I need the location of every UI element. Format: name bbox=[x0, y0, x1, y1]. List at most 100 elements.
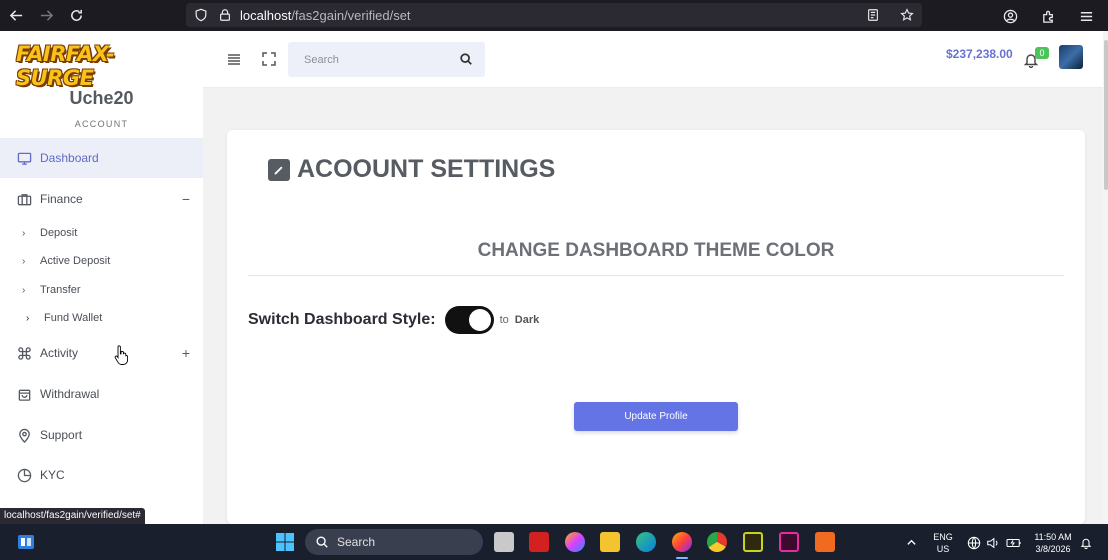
sidebar-subitem-transfer[interactable]: › Transfer bbox=[22, 280, 81, 300]
pie-chart-icon bbox=[16, 467, 32, 483]
account-balance: $237,238.00 bbox=[946, 47, 1013, 61]
edit-icon bbox=[268, 158, 290, 181]
collapse-toggle[interactable]: − bbox=[182, 191, 190, 207]
switch-to-text: to bbox=[499, 314, 509, 326]
bag-icon bbox=[16, 386, 32, 402]
speaker-icon[interactable] bbox=[986, 536, 1000, 550]
system-clock[interactable]: 11:50 AM 3/8/2026 bbox=[1028, 531, 1078, 555]
back-arrow-icon[interactable] bbox=[2, 2, 30, 30]
brand-logo[interactable]: FAIRFAX-SURGE bbox=[16, 42, 182, 90]
search-box bbox=[288, 42, 485, 77]
toggle-knob bbox=[468, 309, 491, 331]
sidebar-item-support[interactable]: Support bbox=[0, 415, 203, 455]
taskbar-search[interactable]: Search bbox=[305, 529, 483, 555]
status-bar-link: localhost/fas2gain/verified/set# bbox=[0, 508, 145, 524]
edge-icon[interactable] bbox=[636, 532, 656, 552]
sidebar-item-withdrawal[interactable]: Withdrawal bbox=[0, 374, 203, 414]
location-pin-icon bbox=[16, 427, 32, 443]
username: Uche20 bbox=[69, 88, 134, 108]
search-icon bbox=[316, 536, 328, 548]
command-icon bbox=[16, 345, 32, 361]
section-title: CHANGE DASHBOARD THEME COLOR bbox=[477, 240, 835, 261]
bookmark-star-icon[interactable] bbox=[898, 6, 916, 24]
lock-icon[interactable] bbox=[216, 6, 234, 24]
sidebar-item-label: Dashboard bbox=[40, 151, 99, 165]
notification-bell-icon[interactable] bbox=[1080, 537, 1092, 549]
reader-view-icon[interactable] bbox=[864, 6, 882, 24]
hand-cursor-icon bbox=[114, 345, 128, 365]
input-language[interactable]: ENG US bbox=[928, 531, 958, 555]
chevron-up-icon[interactable] bbox=[906, 537, 917, 548]
clock-time: 11:50 AM bbox=[1034, 532, 1072, 542]
sidebar-item-label: Withdrawal bbox=[40, 387, 100, 401]
sidebar-item-label: Finance bbox=[40, 192, 83, 206]
clock-date: 3/8/2026 bbox=[1035, 544, 1071, 554]
language-code: ENG bbox=[933, 532, 953, 542]
menu-icon[interactable] bbox=[1072, 2, 1100, 30]
fireworks-icon[interactable] bbox=[743, 532, 763, 552]
chevron-right-icon: › bbox=[26, 312, 30, 324]
widgets-icon[interactable] bbox=[16, 532, 36, 552]
update-profile-button[interactable]: Update Profile bbox=[574, 402, 738, 431]
network-globe-icon[interactable] bbox=[967, 536, 981, 550]
windows-start-icon[interactable] bbox=[275, 532, 295, 552]
account-settings-card: ACOOUNT SETTINGS CHANGE DASHBOARD THEME … bbox=[227, 130, 1085, 524]
notification-count-badge: 0 bbox=[1035, 47, 1049, 59]
sidebar-subitem-label: Deposit bbox=[40, 227, 78, 239]
sidebar: FAIRFAX-SURGE Uche20 ACCOUNT Dashboard F… bbox=[0, 31, 203, 524]
sidebar-subitem-label: Fund Wallet bbox=[44, 312, 103, 324]
dreamweaver-icon[interactable] bbox=[779, 532, 799, 552]
file-explorer-icon[interactable] bbox=[600, 532, 620, 552]
hamburger-menu-icon[interactable] bbox=[225, 50, 243, 68]
chevron-right-icon: › bbox=[22, 284, 26, 296]
forward-arrow-icon[interactable] bbox=[32, 2, 60, 30]
taskbar-search-label: Search bbox=[337, 535, 376, 549]
top-header: $237,238.00 0 bbox=[203, 31, 1108, 88]
address-bar[interactable]: localhost/fas2gain/verified/set bbox=[186, 3, 922, 27]
sidebar-item-dashboard[interactable]: Dashboard bbox=[0, 138, 203, 178]
sidebar-item-activity[interactable]: Activity + bbox=[0, 333, 203, 373]
sidebar-item-label: Activity bbox=[40, 346, 79, 360]
shield-icon[interactable] bbox=[192, 6, 210, 24]
page-title-text: ACOOUNT SETTINGS bbox=[297, 155, 556, 183]
sidebar-subitem-deposit[interactable]: › Deposit bbox=[22, 223, 77, 243]
sidebar-item-finance[interactable]: Finance − bbox=[0, 179, 203, 219]
active-app-indicator bbox=[676, 557, 688, 559]
battery-charging-icon[interactable] bbox=[1006, 536, 1022, 550]
sidebar-item-label: KYC bbox=[40, 468, 65, 482]
scrollbar-thumb[interactable] bbox=[1104, 40, 1108, 190]
browser-toolbar: localhost/fas2gain/verified/set bbox=[0, 0, 1108, 31]
extensions-icon[interactable] bbox=[1034, 2, 1062, 30]
pdf-reader-icon[interactable] bbox=[529, 532, 549, 552]
chevron-right-icon: › bbox=[22, 227, 26, 239]
sidebar-item-label: Support bbox=[40, 428, 83, 442]
monitor-icon bbox=[16, 150, 32, 166]
xampp-icon[interactable] bbox=[815, 532, 835, 552]
reload-icon[interactable] bbox=[62, 2, 90, 30]
theme-switch-row: Switch Dashboard Style: to Dark bbox=[248, 306, 539, 334]
dark-mode-toggle[interactable] bbox=[444, 306, 494, 334]
sidebar-subitem-active-deposit[interactable]: › Active Deposit bbox=[22, 251, 110, 271]
user-avatar[interactable] bbox=[1059, 45, 1083, 69]
windows-taskbar: Search ENG US 11:50 AM 3/8/2026 bbox=[0, 524, 1108, 560]
chrome-icon[interactable] bbox=[707, 532, 727, 552]
sidebar-item-kyc[interactable]: KYC bbox=[0, 455, 203, 495]
search-input[interactable] bbox=[304, 53, 454, 66]
fullscreen-icon[interactable] bbox=[260, 50, 278, 68]
firefox-icon[interactable] bbox=[672, 532, 692, 552]
page-title: ACOOUNT SETTINGS bbox=[268, 155, 555, 184]
switch-target-text: Dark bbox=[514, 314, 540, 326]
sidebar-subitem-label: Transfer bbox=[40, 284, 81, 296]
copilot-icon[interactable] bbox=[565, 532, 585, 552]
url-text: localhost/fas2gain/verified/set bbox=[240, 7, 411, 23]
expand-toggle[interactable]: + bbox=[182, 345, 190, 361]
account-label: ACCOUNT bbox=[74, 119, 129, 129]
region-code: US bbox=[936, 544, 950, 554]
search-icon[interactable] bbox=[459, 52, 473, 66]
account-icon[interactable] bbox=[996, 2, 1024, 30]
task-view-icon[interactable] bbox=[494, 532, 514, 552]
sidebar-subitem-fund-wallet[interactable]: › Fund Wallet bbox=[26, 308, 102, 328]
briefcase-icon bbox=[16, 191, 32, 207]
section-divider bbox=[248, 275, 1064, 276]
chevron-right-icon: › bbox=[22, 255, 26, 267]
